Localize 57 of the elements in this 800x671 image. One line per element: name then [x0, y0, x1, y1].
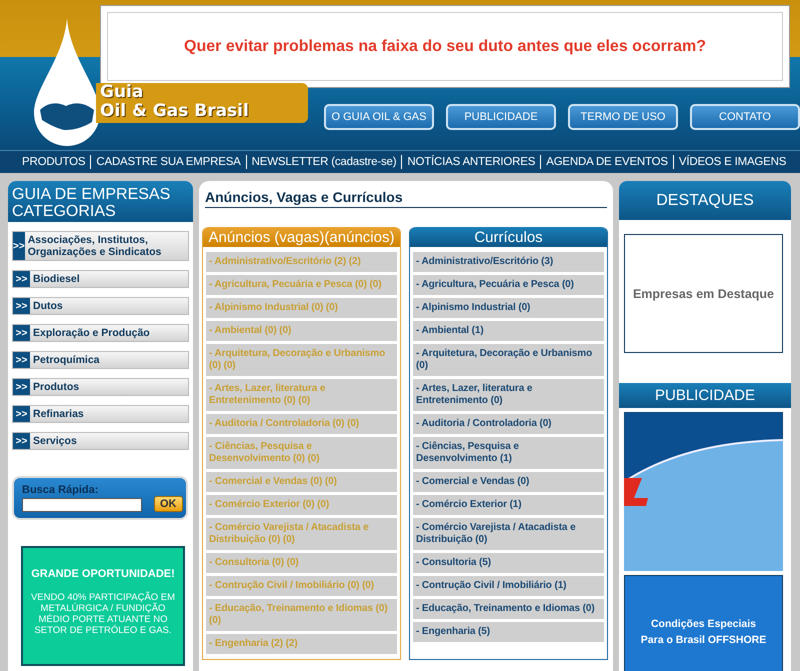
category-label: Serviços	[33, 434, 77, 449]
section-title: Anúncios, Vagas e Currículos	[205, 189, 607, 208]
category-link[interactable]: >> Produtos	[12, 378, 189, 396]
panel-title: Currículos	[410, 227, 607, 247]
category-label: Biodiesel	[33, 272, 80, 287]
category-link[interactable]: >> Associações, Institutos, Organizações e Sindicatos	[12, 231, 189, 261]
nav-link[interactable]: NOTÍCIAS ANTERIORES	[401, 155, 540, 169]
category-link[interactable]: - Alpinismo Industrial (0)	[413, 298, 604, 318]
nav-link[interactable]: PRODUTOS	[17, 155, 90, 169]
featured-companies-box: Empresas em Destaque	[624, 234, 783, 353]
offshore-ad[interactable]: Condições Especiais Para o Brasil OFFSHORE	[624, 575, 783, 671]
oil-drop-handshake-icon	[34, 18, 100, 146]
sidebar-title: GUIA DE EMPRESAS CATEGORIAS	[8, 181, 193, 222]
category-link[interactable]: - Contrução Civil / Imobiliário (1)	[413, 576, 604, 596]
category-link[interactable]: - Ciências, Pesquisa e Desenvolvimento (1)	[413, 437, 604, 469]
category-link[interactable]: - Educação, Treinamento e Idiomas (0)	[413, 599, 604, 619]
nav-link[interactable]: NEWSLETTER (cadastre-se)	[246, 155, 402, 169]
category-link[interactable]: >> Exploração e Produção	[12, 324, 189, 342]
search-field[interactable]	[22, 498, 142, 512]
category-link[interactable]: - Auditoria / Controladoria (0)	[413, 414, 604, 434]
category-link[interactable]: - Agricultura, Pecuária e Pesca (0)	[413, 275, 604, 295]
category-label: Refinarias	[33, 407, 84, 422]
section-header: DESTAQUES	[619, 181, 791, 220]
category-link[interactable]: - Comércio Exterior (1)	[413, 495, 604, 515]
nav-link[interactable]: AGENDA DE EVENTOS	[540, 155, 673, 169]
promo-title: GRANDE OPORTUNIDADE!	[30, 568, 176, 580]
category-link[interactable]: - Ambiental (1)	[413, 321, 604, 341]
category-label: Exploração e Produção	[33, 326, 150, 341]
category-link[interactable]: - Artes, Lazer, literatura e Entretenimento (0)	[413, 379, 604, 411]
category-link[interactable]: - Arquitetura, Decoração e Urbanismo (0)	[413, 344, 604, 376]
category-link[interactable]: - Comercial e Vendas (0)	[413, 472, 604, 492]
category-link[interactable]: >> Biodiesel	[12, 270, 189, 288]
nav-button[interactable]: O GUIA OIL & GAS	[324, 104, 434, 130]
nav-link[interactable]: CADASTRE SUA EMPRESA	[90, 155, 246, 169]
nav-button[interactable]: CONTATO	[690, 104, 800, 130]
panel-title: Anúncios (vagas)(anúncios)	[203, 227, 400, 247]
site-logo: Guia Oil & Gas Brasil	[96, 83, 308, 123]
section-header: PUBLICIDADE	[619, 383, 791, 408]
promo-text: VENDO 40% PARTICIPAÇÃO EM METALÚRGICA / FUNDIÇÃO MÉDIO PORTE ATUANTE NO SETOR DE PETRÓLEO E GAS.	[30, 592, 176, 636]
nav-link[interactable]: VÍDEOS E IMAGENS	[672, 155, 792, 169]
category-link[interactable]: >> Serviços	[12, 432, 189, 450]
category-label: Produtos	[33, 380, 80, 395]
nav-button[interactable]: PUBLICIDADE	[446, 104, 556, 130]
ad-artwork-drawing[interactable]	[624, 412, 783, 571]
category-link[interactable]: >> Petroquímica	[12, 351, 189, 369]
category-link[interactable]: - Administrativo/Escritório (3)	[413, 252, 604, 272]
category-link[interactable]: >> Refinarias	[12, 405, 189, 423]
search-label: Busca Rápida:	[22, 484, 100, 496]
category-label: Petroquímica	[33, 353, 100, 368]
category-link[interactable]: - Comércio Varejista / Atacadista e Distribuição (0)	[413, 518, 604, 550]
category-link[interactable]: - Consultoria (5)	[413, 553, 604, 573]
nav-button[interactable]: TERMO DE USO	[568, 104, 678, 130]
category-label: Associações, Institutos, Organizações e Sindicatos	[28, 233, 162, 260]
category-label: Dutos	[33, 299, 63, 314]
ok-button[interactable]: OK	[154, 496, 182, 512]
category-link[interactable]: - Engenharia (5)	[413, 622, 604, 642]
category-link[interactable]: >> Dutos	[12, 297, 189, 315]
